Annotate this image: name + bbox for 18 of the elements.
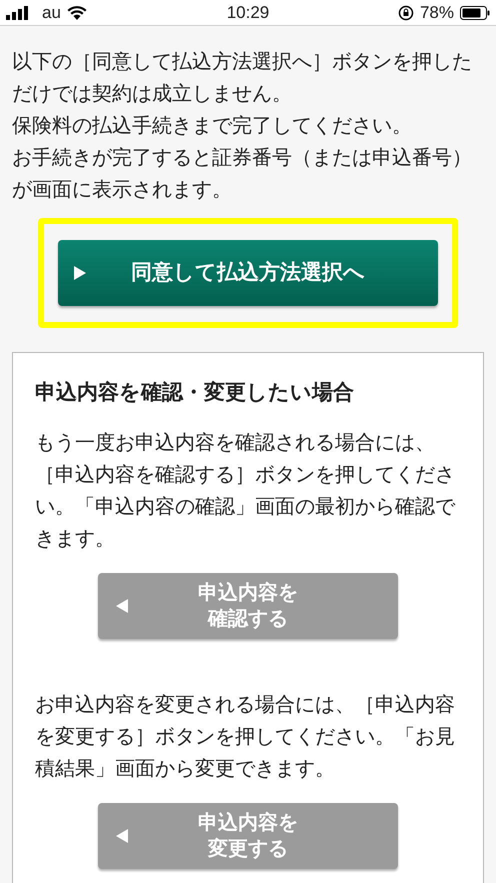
back-arrow-icon — [116, 829, 128, 843]
agree-payment-button[interactable]: 同意して払込方法選択へ — [58, 240, 438, 306]
play-icon — [74, 266, 86, 280]
section-text: もう一度お申込内容を確認される場合には、［申込内容を確認する］ボタンを押してください。「申込内容の確認」画面の最初から確認できます。 — [35, 431, 456, 552]
instruction-text: お手続きが完了すると証券番号（または申込番号）が画面に表示されます。 — [12, 146, 473, 203]
battery-icon — [460, 6, 490, 20]
instruction-text: 保険料の払込手続きまで完了してください。 — [12, 114, 413, 139]
instruction-text: 以下の［同意して払込方法選択へ］ボタンを押しただけでは契約は成立しません。 — [12, 50, 473, 107]
back-arrow-icon — [116, 599, 128, 613]
section-text: お申込内容を変更される場合には、［申込内容を変更する］ボタンを押してください。「お見積結果」画面から変更できます。 — [35, 693, 456, 782]
back-button[interactable]: 申込内容を確認する — [98, 573, 398, 639]
battery-percent: 78% — [420, 2, 454, 24]
wifi-icon — [66, 5, 87, 20]
clock-time: 10:29 — [226, 2, 270, 24]
back-button[interactable]: 申込内容を変更する — [98, 803, 398, 869]
section-title: 申込内容を確認・変更したい場合 — [35, 380, 355, 406]
carrier-name: au — [42, 2, 61, 24]
rotation-lock-icon — [398, 4, 414, 20]
